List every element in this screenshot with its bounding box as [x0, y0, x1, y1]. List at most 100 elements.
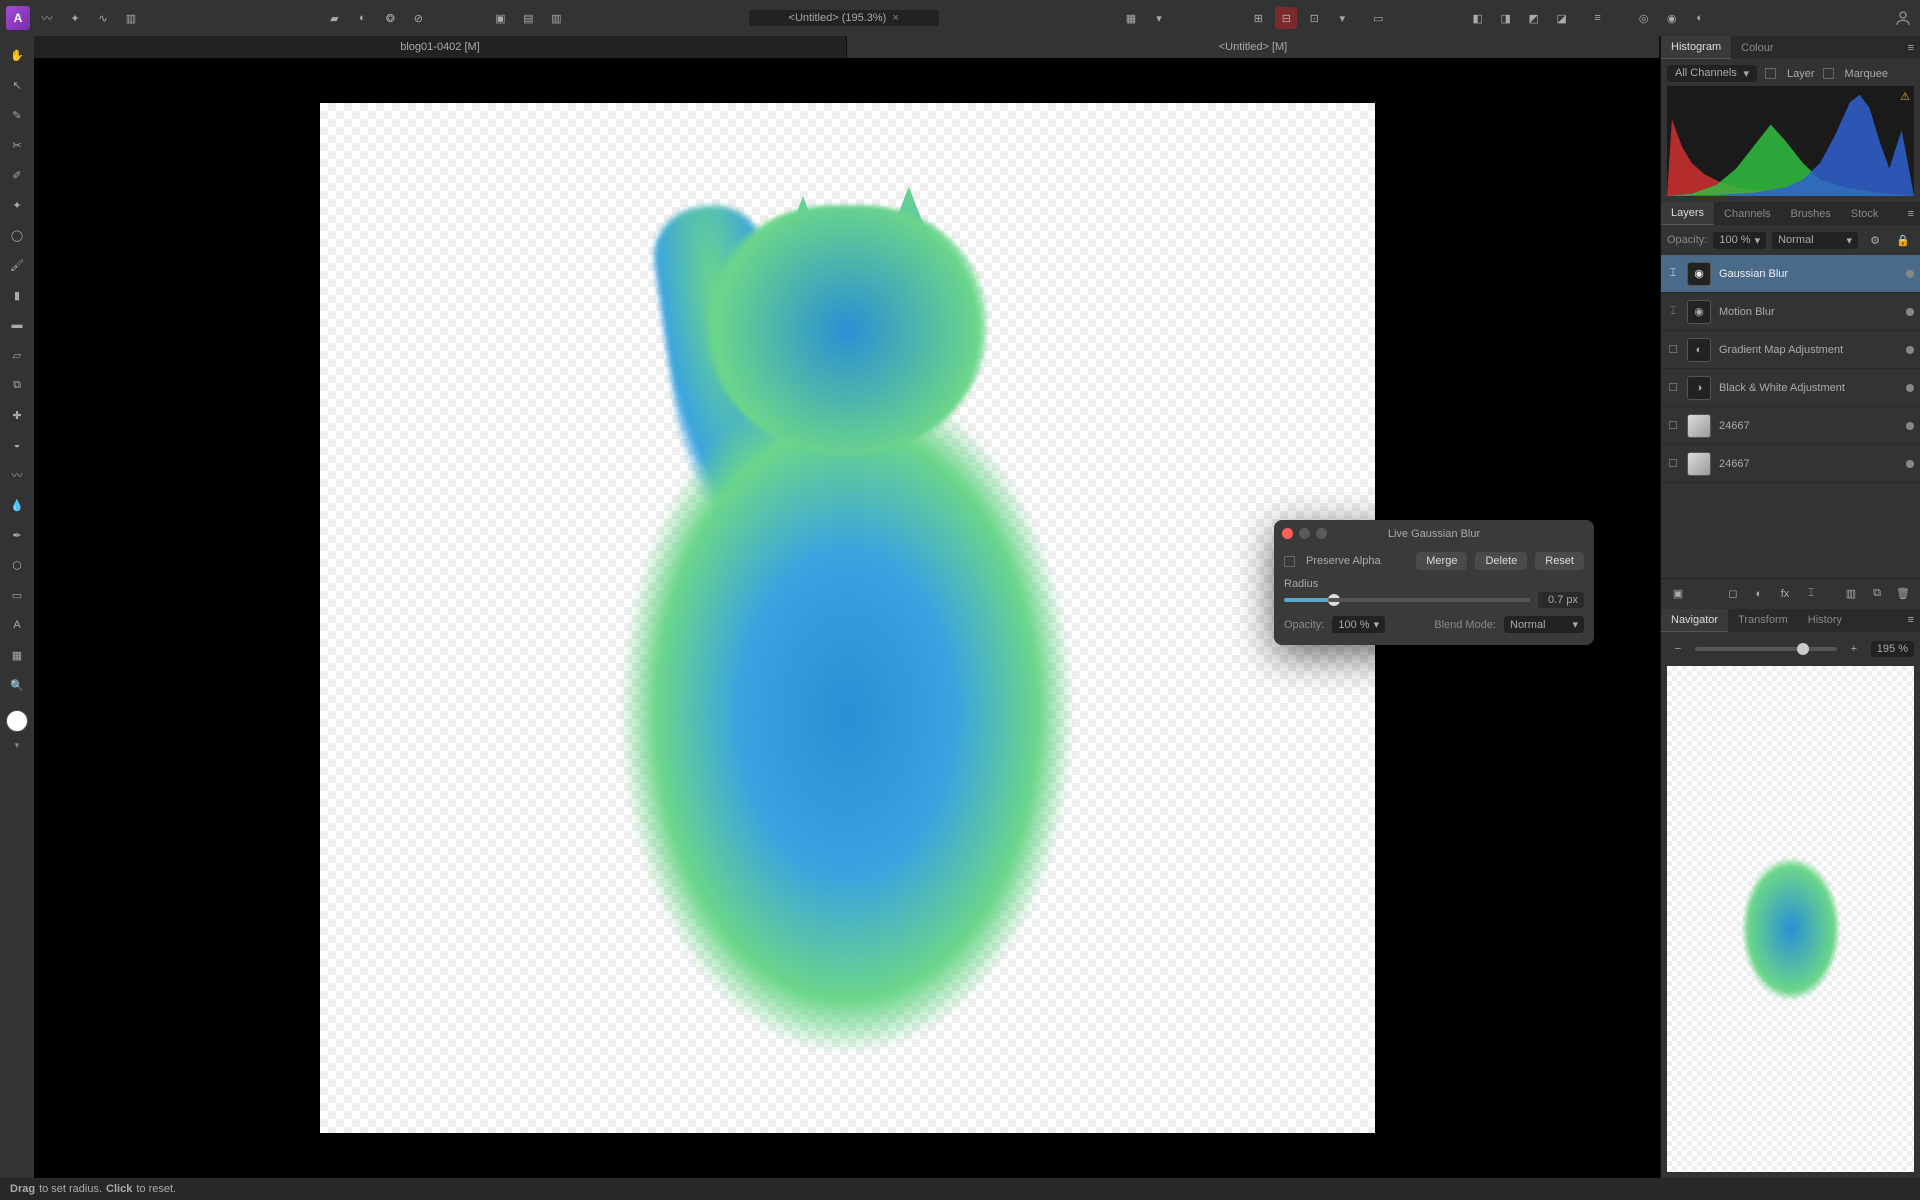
no-color-icon[interactable]: ⊘ [407, 7, 429, 29]
flood-select-tool-icon[interactable]: ✦ [6, 194, 28, 216]
arrange-backward-icon[interactable]: ◩ [1523, 7, 1545, 29]
panel-menu-icon[interactable]: ≡ [1902, 42, 1920, 54]
mask-icon[interactable]: ◻ [1722, 583, 1744, 605]
close-icon[interactable]: × [892, 12, 898, 24]
persona-export-icon[interactable]: ▥ [120, 7, 142, 29]
gear-icon[interactable]: ⚙ [1864, 229, 1886, 251]
move-tool-icon[interactable]: ↖ [6, 74, 28, 96]
contrast-icon[interactable]: ◐ [351, 7, 373, 29]
tab-navigator[interactable]: Navigator [1661, 609, 1728, 632]
adjustment-icon[interactable]: ◐ [1748, 583, 1770, 605]
tab-histogram[interactable]: Histogram [1661, 36, 1731, 59]
tab-history[interactable]: History [1798, 609, 1852, 632]
arrange-forward-icon[interactable]: ◨ [1495, 7, 1517, 29]
visibility-icon[interactable]: ☐ [1667, 419, 1679, 432]
snap-grid-icon[interactable]: ⊡ [1303, 7, 1325, 29]
radius-value[interactable]: 0.7 px [1538, 592, 1584, 608]
tab-layers[interactable]: Layers [1661, 202, 1714, 225]
channel-select[interactable]: All Channels▾ [1667, 65, 1757, 82]
blur-tool-icon[interactable]: 💧 [6, 494, 28, 516]
arrange-back-icon[interactable]: ◪ [1551, 7, 1573, 29]
panel-menu-icon[interactable]: ≡ [1902, 614, 1920, 626]
persona-develop-icon[interactable]: ∿ [92, 7, 114, 29]
chevron-down-icon[interactable]: ▾ [1148, 7, 1170, 29]
zoom-out-icon[interactable]: − [1667, 638, 1689, 660]
blend-mode-select[interactable]: Normal▾ [1504, 616, 1584, 633]
hand-tool-icon[interactable]: ✋ [6, 44, 28, 66]
text-tool-icon[interactable]: A [6, 614, 28, 636]
shape-tool-icon[interactable]: ▭ [6, 584, 28, 606]
document-dropdown[interactable]: <Untitled> (195.3%) × [749, 10, 939, 26]
tab-colour[interactable]: Colour [1731, 36, 1783, 59]
zoom-slider[interactable] [1695, 647, 1837, 651]
zoom-tool-icon[interactable]: 🔍 [6, 674, 28, 696]
layer-row[interactable]: ⌶ ◉ Motion Blur [1661, 293, 1920, 331]
delete-layer-icon[interactable]: 🗑 [1892, 583, 1914, 605]
view-mode-icon[interactable]: ▦ [1120, 7, 1142, 29]
zoom-field[interactable]: 195 % [1871, 641, 1914, 657]
visibility-icon[interactable]: ☐ [1667, 381, 1679, 394]
visibility-icon[interactable]: ⌶ [1667, 267, 1679, 280]
reset-button[interactable]: Reset [1535, 552, 1584, 570]
snap-pixel-icon[interactable]: ⊟ [1275, 7, 1297, 29]
snap-guides-icon[interactable]: ▾ [1331, 7, 1353, 29]
document-tab-0[interactable]: blog01-0402 [M] [34, 36, 847, 58]
mesh-tool-icon[interactable]: ▦ [6, 644, 28, 666]
fill-tool-icon[interactable]: ▮ [6, 284, 28, 306]
selection-sub-icon[interactable]: ▥ [545, 7, 567, 29]
link-icon[interactable]: ⧉ [1866, 583, 1888, 605]
account-icon[interactable] [1892, 7, 1914, 29]
swatch-icon[interactable]: ▰ [323, 7, 345, 29]
fx-icon[interactable]: fx [1774, 583, 1796, 605]
node-tool-icon[interactable]: ⬡ [6, 554, 28, 576]
clone-tool-icon[interactable]: ⧉ [6, 374, 28, 396]
layer-checkbox[interactable] [1765, 68, 1776, 79]
add-layer-icon[interactable]: ▣ [1667, 583, 1689, 605]
color-picker-tool-icon[interactable]: ✎ [6, 104, 28, 126]
maximize-icon[interactable] [1316, 528, 1327, 539]
layer-row[interactable]: ☐ ◑ Black & White Adjustment [1661, 369, 1920, 407]
selection-new-icon[interactable]: ▣ [489, 7, 511, 29]
group-icon[interactable]: ◎ [1633, 7, 1655, 29]
crop-tool-icon[interactable]: ✂ [6, 134, 28, 156]
snap-edges-icon[interactable]: ⊞ [1247, 7, 1269, 29]
merge-button[interactable]: Merge [1416, 552, 1467, 570]
preserve-alpha-checkbox[interactable] [1284, 556, 1295, 567]
tab-channels[interactable]: Channels [1714, 202, 1780, 225]
layer-row[interactable]: ☐ 24667 [1661, 445, 1920, 483]
selection-brush-tool-icon[interactable]: ✐ [6, 164, 28, 186]
layer-row[interactable]: ☐ ◐ Gradient Map Adjustment [1661, 331, 1920, 369]
layer-opacity-field[interactable]: 100 %▾ [1713, 232, 1766, 249]
visibility-icon[interactable]: ⌶ [1667, 305, 1679, 318]
canvas[interactable]: Live Gaussian Blur Preserve Alpha Merge … [34, 58, 1660, 1178]
dialog-titlebar[interactable]: Live Gaussian Blur [1274, 520, 1594, 548]
pen-tool-icon[interactable]: ✒ [6, 524, 28, 546]
ungroup-icon[interactable]: ◉ [1661, 7, 1683, 29]
paint-brush-tool-icon[interactable]: 🖌 [6, 254, 28, 276]
layer-blend-select[interactable]: Normal▾ [1772, 232, 1858, 249]
foreground-color-swatch[interactable] [6, 710, 28, 732]
lock-icon[interactable]: 🔒 [1892, 229, 1914, 251]
close-icon[interactable] [1282, 528, 1293, 539]
zoom-in-icon[interactable]: + [1843, 638, 1865, 660]
insert-icon[interactable]: ◐ [1689, 7, 1711, 29]
layer-row[interactable]: ⌶ ◉ Gaussian Blur [1661, 255, 1920, 293]
smudge-tool-icon[interactable]: 〰 [6, 464, 28, 486]
freehand-select-tool-icon[interactable]: ◯ [6, 224, 28, 246]
visibility-icon[interactable]: ☐ [1667, 343, 1679, 356]
arrange-front-icon[interactable]: ◧ [1467, 7, 1489, 29]
assistant-icon[interactable]: ▭ [1367, 7, 1389, 29]
tab-transform[interactable]: Transform [1728, 609, 1798, 632]
marquee-checkbox[interactable] [1823, 68, 1834, 79]
visibility-icon[interactable]: ☐ [1667, 457, 1679, 470]
navigator-preview[interactable] [1667, 666, 1914, 1172]
gradient-tool-icon[interactable]: ▬ [6, 314, 28, 336]
inpaint-tool-icon[interactable]: ✚ [6, 404, 28, 426]
opacity-field[interactable]: 100 %▾ [1332, 616, 1385, 633]
panel-menu-icon[interactable]: ≡ [1902, 208, 1920, 220]
align-icon[interactable]: ≡ [1587, 7, 1609, 29]
delete-button[interactable]: Delete [1475, 552, 1527, 570]
tab-brushes[interactable]: Brushes [1781, 202, 1841, 225]
document-tab-1[interactable]: <Untitled> [M] [847, 36, 1660, 58]
live-filter-icon[interactable]: ⌶ [1800, 583, 1822, 605]
